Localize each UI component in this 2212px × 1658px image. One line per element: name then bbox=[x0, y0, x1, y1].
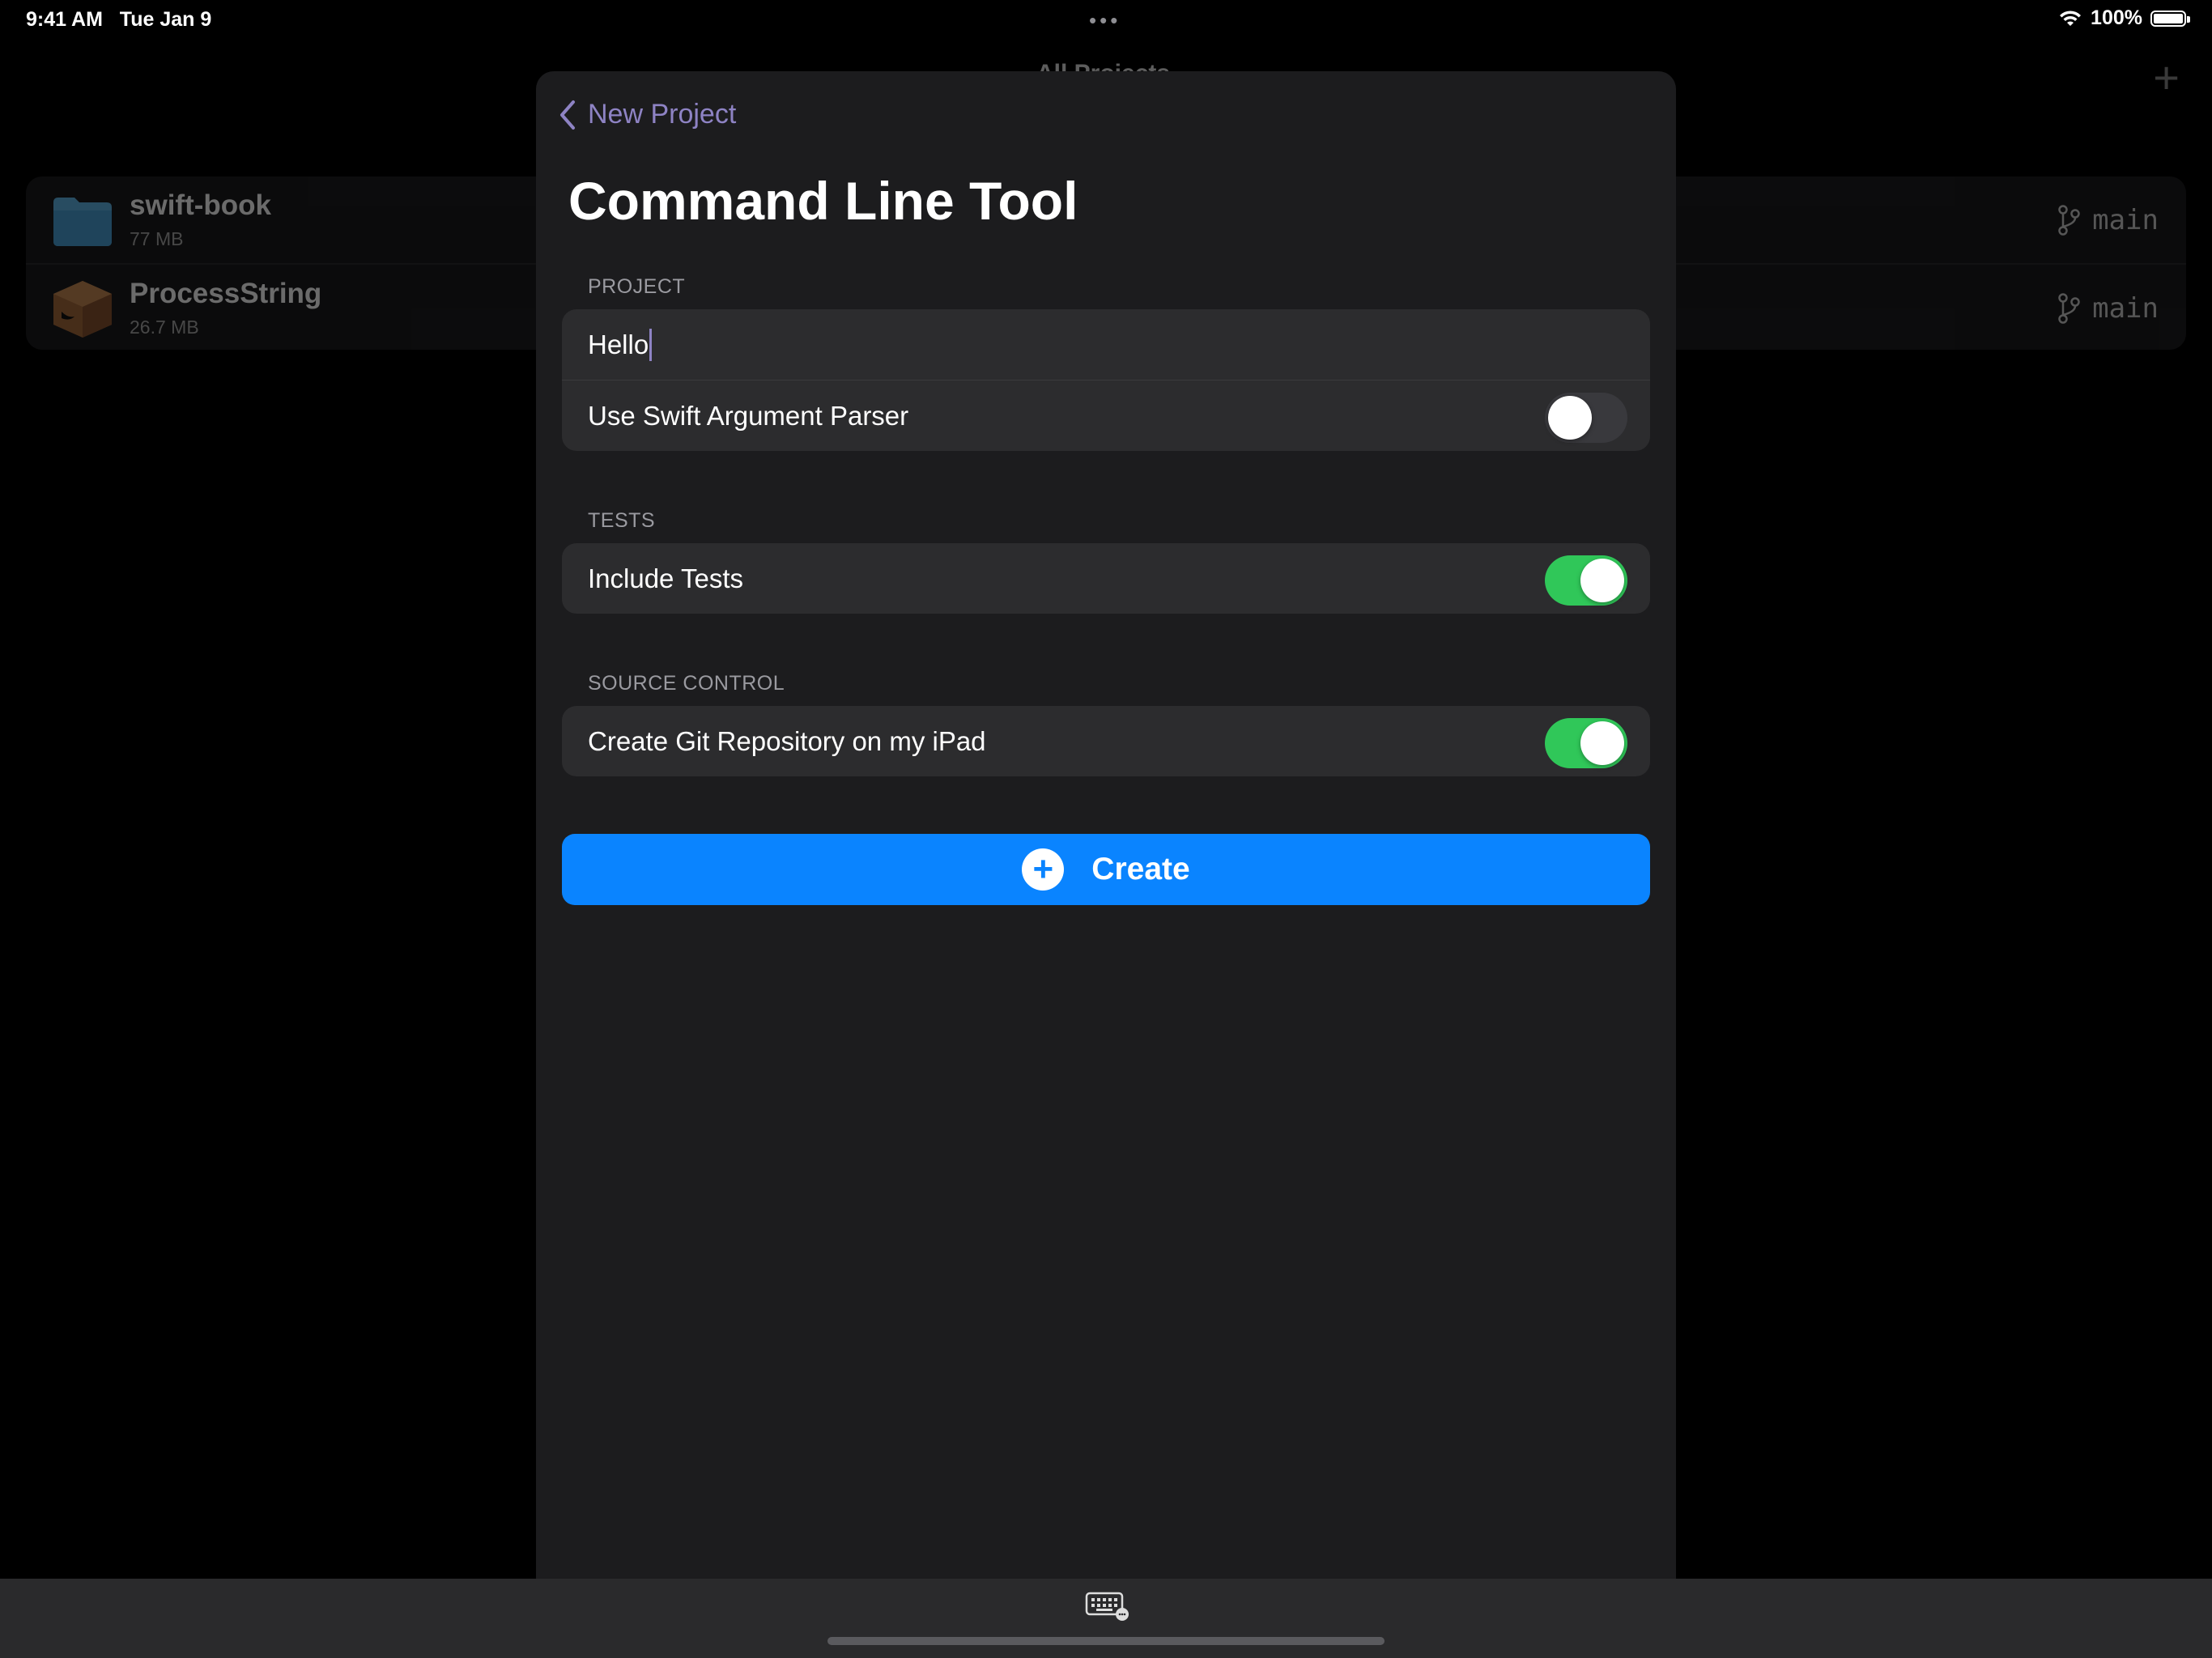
text-cursor bbox=[649, 328, 653, 361]
argument-parser-label: Use Swift Argument Parser bbox=[588, 400, 909, 431]
back-button[interactable]: New Project bbox=[559, 99, 736, 130]
branch-icon bbox=[2058, 205, 2080, 236]
toggle-knob bbox=[1580, 721, 1624, 765]
project-size: 77 MB bbox=[130, 228, 184, 249]
section-header-tests: TESTS bbox=[588, 509, 656, 532]
git-repo-label: Create Git Repository on my iPad bbox=[588, 725, 986, 756]
back-label: New Project bbox=[588, 99, 737, 130]
project-name-field[interactable]: Hello bbox=[588, 328, 653, 361]
git-repo-row: Create Git Repository on my iPad bbox=[562, 706, 1650, 776]
swift-package-icon bbox=[53, 281, 112, 338]
branch-indicator: main bbox=[2057, 292, 2159, 325]
new-project-sheet: New Project Command Line Tool PROJECT He… bbox=[536, 71, 1676, 1658]
home-indicator[interactable] bbox=[827, 1637, 1385, 1645]
section-header-project: PROJECT bbox=[588, 275, 686, 298]
project-group: Hello Use Swift Argument Parser bbox=[562, 309, 1650, 451]
keyboard-accessory-bar bbox=[0, 1579, 2212, 1658]
include-tests-label: Include Tests bbox=[588, 563, 744, 593]
project-name-value: Hello bbox=[588, 329, 649, 359]
chevron-left-icon bbox=[560, 100, 575, 130]
create-button[interactable]: + Create bbox=[562, 834, 1650, 905]
argument-parser-row: Use Swift Argument Parser bbox=[562, 380, 1650, 451]
include-tests-row: Include Tests bbox=[562, 543, 1650, 614]
plus-circle-icon: + bbox=[1022, 848, 1065, 891]
create-label: Create bbox=[1091, 852, 1190, 886]
section-header-source-control: SOURCE CONTROL bbox=[588, 672, 785, 695]
branch-indicator: main bbox=[2057, 204, 2159, 236]
branch-icon bbox=[2058, 293, 2080, 324]
toggle-knob bbox=[1548, 396, 1592, 440]
source-control-group: Create Git Repository on my iPad bbox=[562, 706, 1650, 776]
project-name: swift-book bbox=[130, 189, 271, 221]
folder-icon bbox=[53, 198, 112, 246]
add-project-icon[interactable]: + bbox=[2153, 55, 2180, 100]
include-tests-toggle[interactable] bbox=[1545, 555, 1627, 606]
branch-name: main bbox=[2092, 292, 2159, 325]
keyboard-icon[interactable] bbox=[1085, 1590, 1130, 1622]
page-title: Command Line Tool bbox=[568, 171, 1078, 231]
argument-parser-toggle[interactable] bbox=[1545, 393, 1627, 443]
project-size: 26.7 MB bbox=[130, 317, 199, 338]
branch-name: main bbox=[2092, 204, 2159, 236]
project-name: ProcessString bbox=[130, 278, 322, 309]
tests-group: Include Tests bbox=[562, 543, 1650, 614]
toggle-knob bbox=[1580, 559, 1624, 602]
project-name-row[interactable]: Hello bbox=[562, 309, 1650, 380]
git-repo-toggle[interactable] bbox=[1545, 718, 1627, 768]
